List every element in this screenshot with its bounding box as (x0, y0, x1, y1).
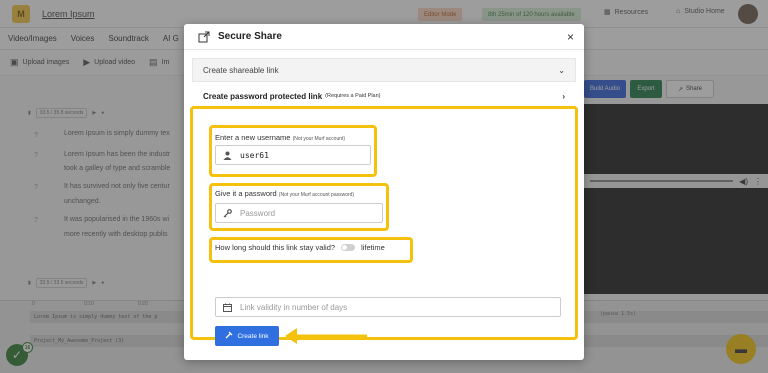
username-value: user61 (240, 150, 269, 160)
accordion-label: Create password protected link (203, 91, 323, 101)
close-icon[interactable]: × (567, 30, 574, 44)
lifetime-toggle[interactable] (341, 244, 356, 251)
chevron-right-icon: › (562, 91, 565, 101)
password-link-form: Enter a new username (Not your Murf acco… (190, 106, 578, 346)
paid-plan-note: (Requires a Paid Plan) (325, 93, 381, 99)
password-label-text: Give it a password (215, 189, 277, 198)
accordion-password-link[interactable]: Create password protected link (Requires… (192, 84, 576, 108)
create-link-label: Create link (237, 332, 269, 340)
username-note: (Not your Murf account) (292, 136, 346, 142)
username-label-text: Enter a new username (215, 133, 291, 142)
username-label: Enter a new username (Not your Murf acco… (215, 133, 345, 142)
password-field[interactable]: Password (215, 203, 383, 223)
modal-title: Secure Share (218, 31, 282, 42)
user-icon (222, 150, 232, 160)
key-icon (222, 208, 232, 218)
accordion-shareable-link[interactable]: Create shareable link ⌄ (192, 58, 576, 82)
accordion-label: Create shareable link (203, 65, 279, 75)
create-link-button[interactable]: Create link (215, 326, 279, 346)
share-icon (198, 31, 210, 42)
password-placeholder: Password (240, 208, 276, 218)
password-note: (Not your Murf account password) (278, 192, 355, 198)
modal-header: Secure Share × (184, 24, 584, 50)
username-field[interactable]: user61 (215, 145, 371, 165)
arrow-annotation (285, 328, 367, 344)
chevron-down-icon: ⌄ (558, 65, 565, 75)
validity-row: How long should this link stay valid? li… (215, 243, 385, 252)
link-icon (225, 331, 233, 341)
days-placeholder: Link validity in number of days (240, 302, 348, 312)
password-label: Give it a password (Not your Murf accoun… (215, 189, 354, 198)
validity-question: How long should this link stay valid? (215, 243, 336, 252)
validity-days-field[interactable]: Link validity in number of days (215, 297, 561, 317)
secure-share-modal: Secure Share × Create shareable link ⌄ C… (184, 24, 584, 360)
lifetime-label: lifetime (361, 243, 385, 252)
calendar-icon (222, 302, 232, 312)
